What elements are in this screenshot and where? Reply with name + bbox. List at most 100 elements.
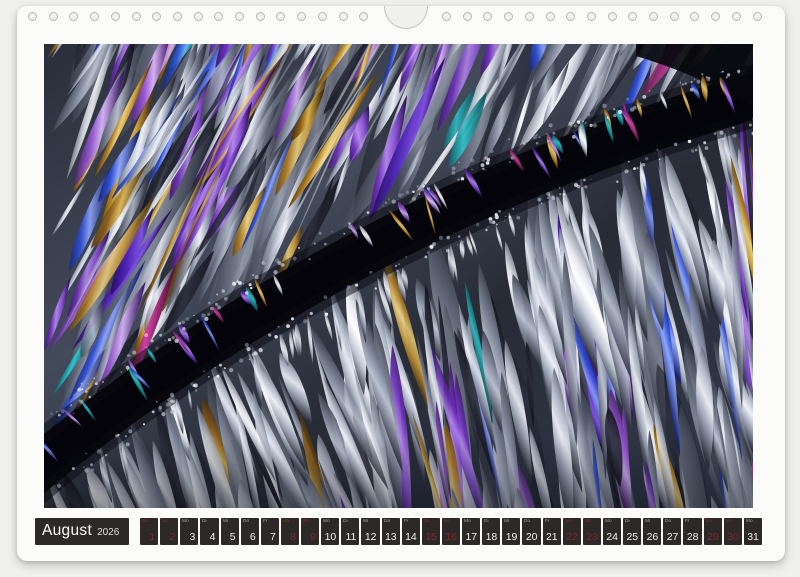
weekday-abbr: Sa	[706, 519, 712, 524]
day-cell: Do 27	[663, 518, 681, 545]
binding-hole-icon	[670, 12, 679, 21]
weekday-abbr: Di	[343, 519, 348, 524]
weekday-abbr: Do	[665, 519, 671, 524]
day-cell: Sa 8	[281, 518, 299, 545]
day-cell: Fr7	[261, 518, 279, 545]
day-number: 13	[385, 531, 397, 543]
day-cell: Sa 22	[563, 518, 581, 545]
weekday-abbr: Mi	[223, 519, 228, 524]
year-label: 2026	[97, 527, 119, 538]
day-cell: Di 25	[623, 518, 641, 545]
day-cell: Mi 12	[361, 518, 379, 545]
day-cell: Fr 14	[402, 518, 420, 545]
day-cell: Fr 21	[543, 518, 561, 545]
day-number: 3	[190, 531, 196, 543]
day-cell: Di 11	[341, 518, 359, 545]
weekday-abbr: Mo	[605, 519, 612, 524]
weekday-abbr: So	[162, 519, 168, 524]
day-number: 9	[310, 531, 316, 543]
binding-hole-icon	[442, 12, 451, 21]
weekday-abbr: Sa	[565, 519, 571, 524]
day-number: 7	[270, 531, 276, 543]
day-number: 14	[405, 531, 417, 543]
day-cell: Mo 3	[180, 518, 198, 545]
binding-hole-icon	[28, 12, 37, 21]
weekday-abbr: Sa	[142, 519, 148, 524]
binding-hole-icon	[608, 12, 617, 21]
day-cell: Do 13	[382, 518, 400, 545]
weekday-abbr: So	[726, 519, 732, 524]
binding-hole-icon	[132, 12, 141, 21]
day-number: 16	[445, 531, 457, 543]
weekday-abbr: Sa	[283, 519, 289, 524]
weekday-abbr: So	[444, 519, 450, 524]
day-cell: So 2	[160, 518, 178, 545]
day-number: 11	[345, 531, 356, 543]
day-number: 24	[606, 531, 618, 543]
day-strip: Sa1So2Mo3Di4Mi5Do6Fr7Sa8So9Mo10Di11Mi12D…	[140, 518, 762, 545]
binding-hole-icon	[256, 12, 265, 21]
weekday-abbr: Sa	[424, 519, 430, 524]
day-cell: Do20	[522, 518, 540, 545]
weekday-abbr: Fr	[404, 519, 409, 524]
weekday-abbr: So	[585, 519, 591, 524]
day-number: 2	[169, 531, 175, 543]
binding-hole-icon	[753, 12, 762, 21]
day-cell: Di 4	[200, 518, 218, 545]
binding-hole-icon	[111, 12, 120, 21]
weekday-abbr: Fr	[545, 519, 550, 524]
binding-hole-icon	[732, 12, 741, 21]
day-cell: So23	[583, 518, 601, 545]
day-number: 26	[647, 531, 659, 543]
binding-hole-icon	[173, 12, 182, 21]
day-number: 30	[727, 531, 739, 543]
day-number: 17	[465, 531, 477, 543]
day-number: 21	[546, 531, 558, 543]
binding-hole-icon	[339, 12, 348, 21]
day-cell: Sa15	[422, 518, 440, 545]
weekday-abbr: Di	[625, 519, 630, 524]
weekday-abbr: Do	[384, 519, 390, 524]
day-cell: Sa 29	[704, 518, 722, 545]
weekday-abbr: Di	[202, 519, 207, 524]
date-strip: August 2026 Sa1So2Mo3Di4Mi5Do6Fr7Sa8So9M…	[35, 518, 762, 545]
weekday-abbr: Mo	[323, 519, 330, 524]
day-number: 31	[747, 531, 759, 543]
polarized-crystal-illustration	[44, 44, 753, 508]
weekday-abbr: Mi	[363, 519, 368, 524]
day-number: 6	[250, 531, 256, 543]
day-number: 12	[365, 531, 377, 543]
month-label: August 2026	[35, 518, 129, 545]
day-cell: Mi 5	[221, 518, 239, 545]
wall-calendar-photo: August 2026 Sa1So2Mo3Di4Mi5Do6Fr7Sa8So9M…	[0, 0, 800, 577]
day-number: 27	[667, 531, 679, 543]
weekday-abbr: Mo	[746, 519, 753, 524]
day-cell: Mi19	[502, 518, 520, 545]
binding-hole-icon	[235, 12, 244, 21]
binding-hole-icon	[587, 12, 596, 21]
day-cell: So9	[301, 518, 319, 545]
day-cell: Mo10	[321, 518, 339, 545]
binding-hole-icon	[318, 12, 327, 21]
day-cell: Mo 31	[744, 518, 762, 545]
binding-hole-icon	[463, 12, 472, 21]
day-number: 4	[210, 531, 216, 543]
weekday-abbr: Mi	[645, 519, 650, 524]
day-number: 19	[506, 531, 518, 543]
binding-hole-icon	[49, 12, 58, 21]
day-cell: So 30	[724, 518, 742, 545]
day-number: 22	[566, 531, 578, 543]
day-cell: Fr28	[683, 518, 701, 545]
day-cell: So 16	[442, 518, 460, 545]
day-number: 5	[230, 531, 236, 543]
day-cell: Sa 1	[140, 518, 158, 545]
weekday-abbr: Mo	[182, 519, 189, 524]
weekday-abbr: Do	[524, 519, 530, 524]
day-number: 1	[149, 531, 155, 543]
day-cell: Do6	[241, 518, 259, 545]
day-number: 29	[707, 531, 719, 543]
day-number: 25	[626, 531, 638, 543]
day-number: 8	[290, 531, 296, 543]
weekday-abbr: Di	[484, 519, 489, 524]
day-cell: Mo17	[462, 518, 480, 545]
